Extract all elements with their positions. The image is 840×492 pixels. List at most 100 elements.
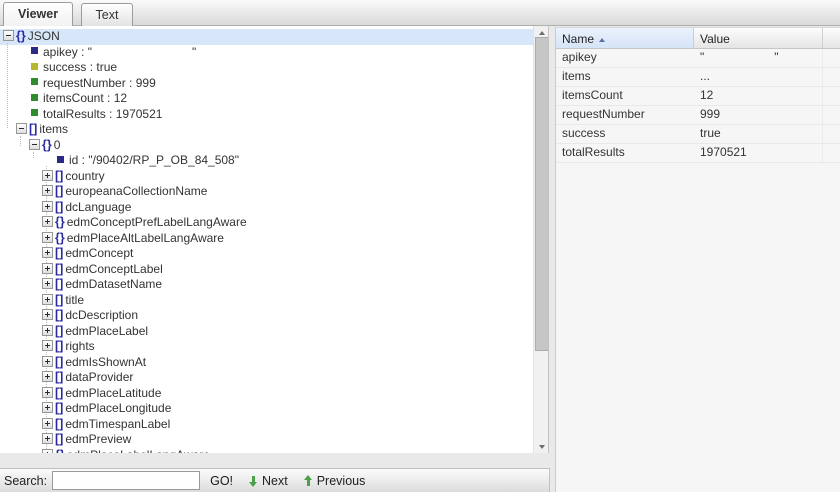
node-label: edmTimespanLabel	[65, 417, 170, 431]
tree-guide-line	[20, 136, 21, 146]
grid-row[interactable]: apikey " "	[556, 49, 840, 68]
expand-toggle-icon[interactable]	[42, 294, 53, 305]
tree-node[interactable]: title	[0, 293, 533, 309]
tree-node[interactable]: edmTimespanLabel	[0, 417, 533, 433]
expand-toggle-icon[interactable]	[42, 309, 53, 320]
tree-node[interactable]: items	[0, 122, 533, 138]
node-type-icon	[55, 401, 63, 417]
node-separator: :	[78, 45, 88, 59]
property-grid-panel: Name Value apikey " " items ... itemsCou…	[555, 27, 840, 492]
grid-row[interactable]: success true	[556, 125, 840, 144]
node-label: requestNumber	[43, 76, 126, 90]
grid-cell-name: totalResults	[556, 144, 694, 162]
node-value: "/90402/RP_P_OB_84_508"	[88, 153, 239, 167]
tree-node[interactable]: edmPlaceAltLabelLangAware	[0, 231, 533, 247]
expand-toggle-icon[interactable]	[42, 170, 53, 181]
tree-node[interactable]: apikey : " "	[0, 45, 533, 61]
expand-toggle-icon[interactable]	[42, 371, 53, 382]
grid-row[interactable]: totalResults 1970521	[556, 144, 840, 163]
scroll-down-button[interactable]	[534, 439, 549, 453]
tree-node[interactable]: europeanaCollectionName	[0, 184, 533, 200]
expand-toggle-icon[interactable]	[3, 30, 14, 41]
grid-row[interactable]: requestNumber 999	[556, 106, 840, 125]
node-label: dataProvider	[65, 370, 133, 384]
grid-cell-name: apikey	[556, 49, 694, 67]
node-label: edmPlaceAltLabelLangAware	[67, 231, 224, 245]
grid-header: Name Value	[556, 28, 840, 49]
expand-toggle-icon[interactable]	[42, 340, 53, 351]
tree-node[interactable]: dataProvider	[0, 370, 533, 386]
tree-node[interactable]: itemsCount : 12	[0, 91, 533, 107]
tree-node[interactable]: edmIsShownAt	[0, 355, 533, 371]
expand-toggle-icon[interactable]	[42, 263, 53, 274]
grid-body: apikey " " items ... itemsCount 12 reque…	[556, 49, 840, 163]
expand-toggle-icon[interactable]	[42, 216, 53, 227]
go-button[interactable]: GO!	[210, 474, 233, 488]
expand-toggle-icon[interactable]	[42, 325, 53, 336]
tree-node[interactable]: edmDatasetName	[0, 277, 533, 293]
tree-node[interactable]: 0	[0, 138, 533, 154]
node-label: itemsCount	[43, 91, 104, 105]
node-label: 0	[54, 138, 61, 152]
expand-toggle-icon[interactable]	[42, 232, 53, 243]
node-value: " "	[88, 45, 197, 59]
node-type-icon	[55, 432, 63, 448]
node-label: europeanaCollectionName	[65, 184, 207, 198]
node-label: success	[43, 60, 86, 74]
node-type-icon	[31, 109, 38, 116]
tree-node[interactable]: edmPlaceLatitude	[0, 386, 533, 402]
node-separator: :	[126, 76, 136, 90]
expand-toggle-icon[interactable]	[42, 433, 53, 444]
tree-node[interactable]: edmPlaceLabel	[0, 324, 533, 340]
column-header-name[interactable]: Name	[556, 28, 694, 49]
node-type-icon	[55, 246, 63, 262]
tree-node[interactable]: edmConcept	[0, 246, 533, 262]
vertical-scroll-thumb[interactable]	[535, 37, 549, 351]
grid-cell-name: itemsCount	[556, 87, 694, 105]
tree-node[interactable]: edmConceptLabel	[0, 262, 533, 278]
tree-node[interactable]: edmConceptPrefLabelLangAware	[0, 215, 533, 231]
search-input[interactable]	[52, 471, 200, 490]
tree-node[interactable]: edmPlaceLongitude	[0, 401, 533, 417]
tab-text[interactable]: Text	[81, 3, 134, 26]
node-separator: :	[78, 153, 88, 167]
tree-node[interactable]: JSON	[0, 29, 533, 45]
expand-toggle-icon[interactable]	[42, 356, 53, 367]
node-label: country	[65, 169, 104, 183]
tree-node[interactable]: requestNumber : 999	[0, 76, 533, 92]
tree-node[interactable]: id : "/90402/RP_P_OB_84_508"	[0, 153, 533, 169]
grid-row[interactable]: items ...	[556, 68, 840, 87]
node-type-icon	[16, 29, 26, 45]
next-button[interactable]: Next	[249, 474, 288, 488]
tab-viewer[interactable]: Viewer	[3, 2, 73, 26]
tree-node[interactable]: edmPreview	[0, 432, 533, 448]
node-type-icon	[31, 78, 38, 85]
expand-toggle-icon[interactable]	[29, 139, 40, 150]
tree-node[interactable]: success : true	[0, 60, 533, 76]
expand-toggle-icon[interactable]	[42, 201, 53, 212]
node-label: edmConceptPrefLabelLangAware	[67, 215, 247, 229]
expand-toggle-icon[interactable]	[42, 185, 53, 196]
tree-node[interactable]: dcLanguage	[0, 200, 533, 216]
tree-node[interactable]: totalResults : 1970521	[0, 107, 533, 123]
expand-toggle-icon[interactable]	[42, 402, 53, 413]
json-tree: JSON apikey : " " success : true request…	[0, 26, 533, 453]
expand-toggle-icon[interactable]	[42, 387, 53, 398]
tree-node[interactable]: rights	[0, 339, 533, 355]
expand-toggle-icon[interactable]	[42, 418, 53, 429]
tree-node[interactable]: dcDescription	[0, 308, 533, 324]
grid-cell-name: success	[556, 125, 694, 143]
expand-toggle-icon[interactable]	[42, 278, 53, 289]
tree-node[interactable]: country	[0, 169, 533, 185]
vertical-scrollbar[interactable]	[533, 26, 548, 453]
grid-row[interactable]: itemsCount 12	[556, 87, 840, 106]
search-bar: Search: GO! Next Previous	[0, 468, 550, 492]
node-separator: :	[106, 107, 116, 121]
node-type-icon	[55, 215, 65, 231]
grid-cell-name: items	[556, 68, 694, 86]
node-separator: :	[86, 60, 96, 74]
expand-toggle-icon[interactable]	[42, 247, 53, 258]
expand-toggle-icon[interactable]	[16, 123, 27, 134]
column-header-value[interactable]: Value	[694, 28, 823, 49]
previous-button[interactable]: Previous	[304, 474, 366, 488]
